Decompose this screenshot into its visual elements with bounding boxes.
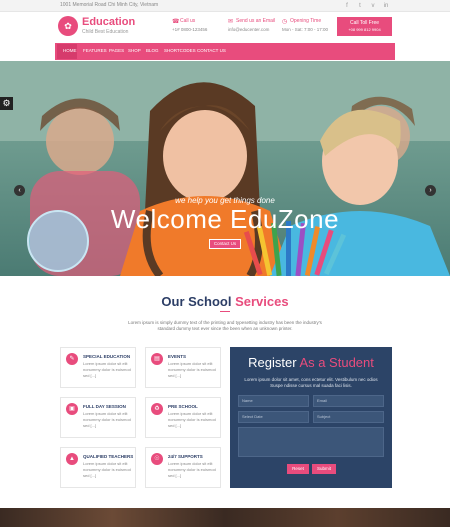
contact-us-button[interactable]: Contact Us [209, 239, 241, 249]
service-title: FULL DAY SESSION [83, 404, 126, 409]
envelope-icon: ✉ [228, 19, 234, 25]
service-card-teachers[interactable]: ▲ QUALIFIED TEACHERS Lorem ipsum dolor s… [60, 447, 136, 488]
services-title: Our School Services [0, 294, 450, 309]
email-label: Send us an Email [236, 18, 276, 24]
clock-icon: ◷ [282, 19, 288, 25]
service-title: PRE SCHOOL [168, 404, 198, 409]
logo-title[interactable]: Education [82, 16, 135, 28]
nav-item-features[interactable]: FEATURES [83, 48, 107, 53]
next-slide-icon[interactable]: › [425, 185, 436, 196]
toll-value: +08 999 812 9904 [348, 27, 381, 32]
main-nav: HOME FEATURES PAGES SHOP BLOG SHORTCODES… [55, 43, 395, 60]
services-title-main: Our School [161, 294, 232, 309]
message-textarea[interactable] [238, 427, 384, 457]
submit-button[interactable]: Submit [312, 464, 336, 474]
nav-item-contact[interactable]: CONTACT US [197, 48, 226, 53]
nav-item-pages[interactable]: PAGES [109, 48, 124, 53]
teacher-icon: ▲ [66, 453, 78, 465]
service-desc: Lorem ipsum dolor sit elit nonummy dolor… [83, 461, 131, 478]
toll-label: Call Toll Free [349, 20, 380, 26]
service-title: SPECIAL EDUCATION [83, 354, 131, 359]
service-card-events[interactable]: ▤ EVENTS Lorem ipsum dolor sit elit nonu… [145, 347, 221, 388]
service-desc: Lorem ipsum dolor sit elit nonummy dolor… [83, 361, 131, 378]
email-field[interactable]: Email [313, 395, 384, 407]
service-card-special-education[interactable]: ✎ SPECIAL EDUCATION Lorem ipsum dolor si… [60, 347, 136, 388]
service-desc: Lorem ipsum dolor sit elit nonummy dolor… [168, 461, 216, 478]
register-title-accent: As a Student [299, 355, 374, 370]
vimeo-icon[interactable]: v [369, 2, 377, 10]
name-field[interactable]: Name [238, 395, 309, 407]
register-form: Register As a Student Lorem ipsum dolor … [230, 347, 392, 488]
nav-item-shop[interactable]: SHOP [128, 48, 141, 53]
service-desc: Lorem ipsum dolor sit elit nonummy dolor… [168, 411, 216, 428]
prev-slide-icon[interactable]: ‹ [14, 185, 25, 196]
service-card-support[interactable]: ☉ 24/7 SUPPORTS Lorem ipsum dolor sit el… [145, 447, 221, 488]
call-label: Call us [180, 18, 196, 24]
register-description: Lorem ipsum dolor sit amet, cons ectetur… [244, 377, 378, 388]
service-desc: Lorem ipsum dolor sit elit nonummy dolor… [168, 361, 216, 378]
service-title: 24/7 SUPPORTS [168, 454, 203, 459]
footer-banner [0, 508, 450, 527]
linkedin-icon[interactable]: in [382, 2, 390, 10]
toll-free-box[interactable]: Call Toll Free +08 999 812 9904 [337, 17, 392, 36]
date-field[interactable]: Select Date [238, 411, 309, 423]
call-value: +1# 0800-123456 [172, 27, 208, 32]
reset-button[interactable]: Reset [287, 464, 309, 474]
title-divider [220, 311, 230, 312]
nav-item-blog[interactable]: BLOG [146, 48, 159, 53]
pencil-icon: ✎ [66, 353, 78, 365]
service-title: QUALIFIED TEACHERS [83, 454, 134, 459]
gear-icon[interactable]: ⚙ [0, 97, 13, 110]
facebook-icon[interactable]: f [343, 2, 351, 10]
hero-slider: we help you get things done Welcome EduZ… [0, 61, 450, 276]
book-icon: ▣ [66, 403, 78, 415]
service-card-full-day[interactable]: ▣ FULL DAY SESSION Lorem ipsum dolor sit… [60, 397, 136, 438]
nav-item-home[interactable]: HOME [63, 48, 77, 53]
services-title-accent: Services [235, 294, 289, 309]
register-title-main: Register [248, 355, 297, 370]
address-text: 1001 Memorial Road Chi Minh City, Vietna… [60, 2, 159, 8]
calendar-icon: ▤ [151, 353, 163, 365]
services-description: Lorem ipsum is simply dummy text of the … [128, 320, 322, 331]
email-value[interactable]: info@educenter.com [228, 27, 269, 32]
register-title: Register As a Student [230, 355, 392, 370]
logo-icon[interactable]: ✿ [58, 16, 78, 36]
phone-icon: ☎ [172, 19, 180, 25]
school-icon: ♻ [151, 403, 163, 415]
top-bar: 1001 Memorial Road Chi Minh City, Vietna… [0, 0, 450, 12]
twitter-icon[interactable]: t [356, 2, 364, 10]
service-title: EVENTS [168, 354, 187, 359]
logo-subtitle: Child Best Education [82, 29, 129, 35]
nav-item-shortcodes[interactable]: SHORTCODES [164, 48, 196, 53]
service-desc: Lorem ipsum dolor sit elit nonummy dolor… [83, 411, 131, 428]
hero-title: Welcome EduZone [110, 204, 340, 234]
hours-value: Mon - Sat: 7:00 - 17:00 [282, 27, 329, 32]
hours-label: Opening Time [290, 18, 322, 24]
service-card-pre-school[interactable]: ♻ PRE SCHOOL Lorem ipsum dolor sit elit … [145, 397, 221, 438]
support-icon: ☉ [151, 453, 163, 465]
subject-select[interactable]: Subject [313, 411, 384, 423]
